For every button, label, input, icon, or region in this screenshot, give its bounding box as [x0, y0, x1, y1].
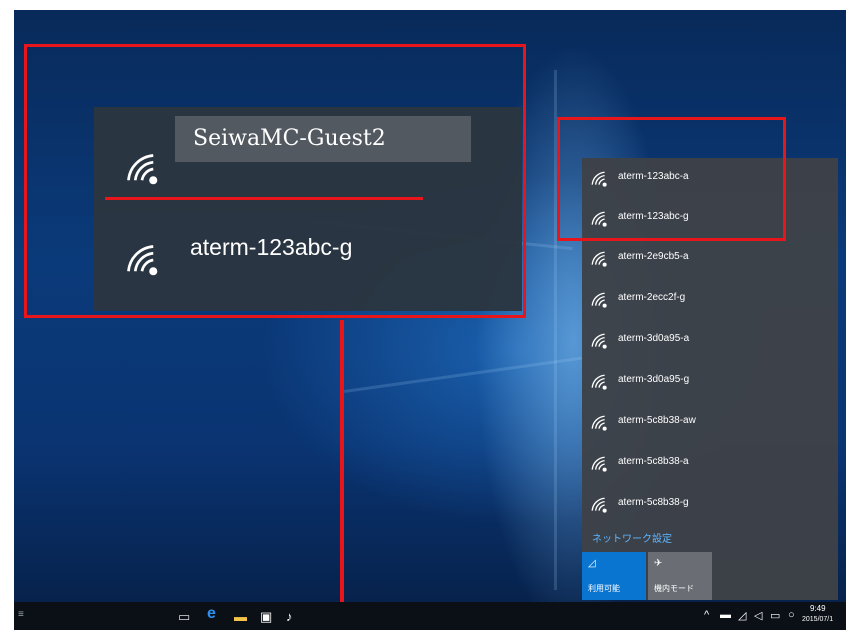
desktop: SeiwaMC-Guest2 aterm-123abc-g aterm-123a… — [14, 10, 846, 630]
edge-icon[interactable]: e — [207, 605, 216, 623]
clock-time[interactable]: 9:49 — [810, 604, 826, 613]
wifi-tile-icon: ◿ — [588, 558, 596, 569]
network-tray-icon[interactable]: ◿ — [738, 609, 746, 622]
network-item[interactable]: aterm-5c8b38-g — [582, 484, 742, 524]
wifi-icon — [590, 250, 608, 268]
wifi-tile[interactable]: ◿ 利用可能 — [582, 552, 646, 600]
volume-icon[interactable]: ◁ — [754, 609, 762, 622]
network-label: aterm-5c8b38-aw — [618, 415, 696, 426]
network-label: aterm-5c8b38-a — [618, 456, 689, 467]
wifi-icon — [590, 496, 608, 514]
app-icon[interactable]: ♪ — [286, 609, 293, 624]
network-item[interactable]: aterm-2e9cb5-a — [582, 238, 742, 278]
network-label: aterm-5c8b38-g — [618, 497, 689, 508]
network-label: aterm-2e9cb5-a — [618, 251, 689, 262]
network-label: aterm-3d0a95-a — [618, 333, 690, 344]
airplane-tile[interactable]: ✈ 機内モード — [648, 552, 712, 600]
network-item[interactable]: aterm-5c8b38-aw — [582, 402, 742, 442]
store-icon[interactable]: ▣ — [260, 609, 272, 625]
search-icon[interactable]: ≡ — [18, 609, 24, 620]
network-label: aterm-3d0a95-g — [618, 374, 690, 385]
wifi-tile-label: 利用可能 — [588, 584, 620, 593]
wifi-icon — [590, 414, 608, 432]
highlight-frame-flyout — [557, 117, 786, 241]
network-label: aterm-2ecc2f-g — [618, 292, 686, 303]
battery-icon[interactable]: ▬ — [720, 609, 731, 621]
wifi-icon — [590, 455, 608, 473]
clock-date[interactable]: 2015/07/1 — [802, 616, 833, 623]
file-explorer-icon[interactable]: ▬ — [234, 609, 247, 624]
wifi-icon — [590, 373, 608, 391]
highlight-frame-zoom — [24, 44, 526, 318]
wallpaper-beam — [344, 356, 583, 393]
network-settings-link[interactable]: ネットワーク設定 — [592, 530, 672, 545]
taskbar: ≡ ▭ e ▬ ▣ ♪ ^ ▬ ◿ ◁ ▭ ○ 9:49 2015/07/1 — [14, 602, 846, 630]
wifi-icon — [590, 332, 608, 350]
chevron-up-icon[interactable]: ^ — [704, 609, 709, 621]
task-view-icon[interactable]: ▭ — [178, 609, 190, 625]
pointer-line — [340, 320, 344, 630]
network-item[interactable]: aterm-3d0a95-g — [582, 361, 742, 401]
wifi-icon — [590, 291, 608, 309]
network-item[interactable]: aterm-2ecc2f-g — [582, 279, 742, 319]
keyboard-icon[interactable]: ▭ — [770, 609, 780, 622]
notification-icon[interactable]: ○ — [788, 609, 795, 621]
network-item[interactable]: aterm-5c8b38-a — [582, 443, 742, 483]
airplane-tile-label: 機内モード — [654, 584, 694, 593]
airplane-icon: ✈ — [654, 558, 663, 569]
network-item[interactable]: aterm-3d0a95-a — [582, 320, 742, 360]
